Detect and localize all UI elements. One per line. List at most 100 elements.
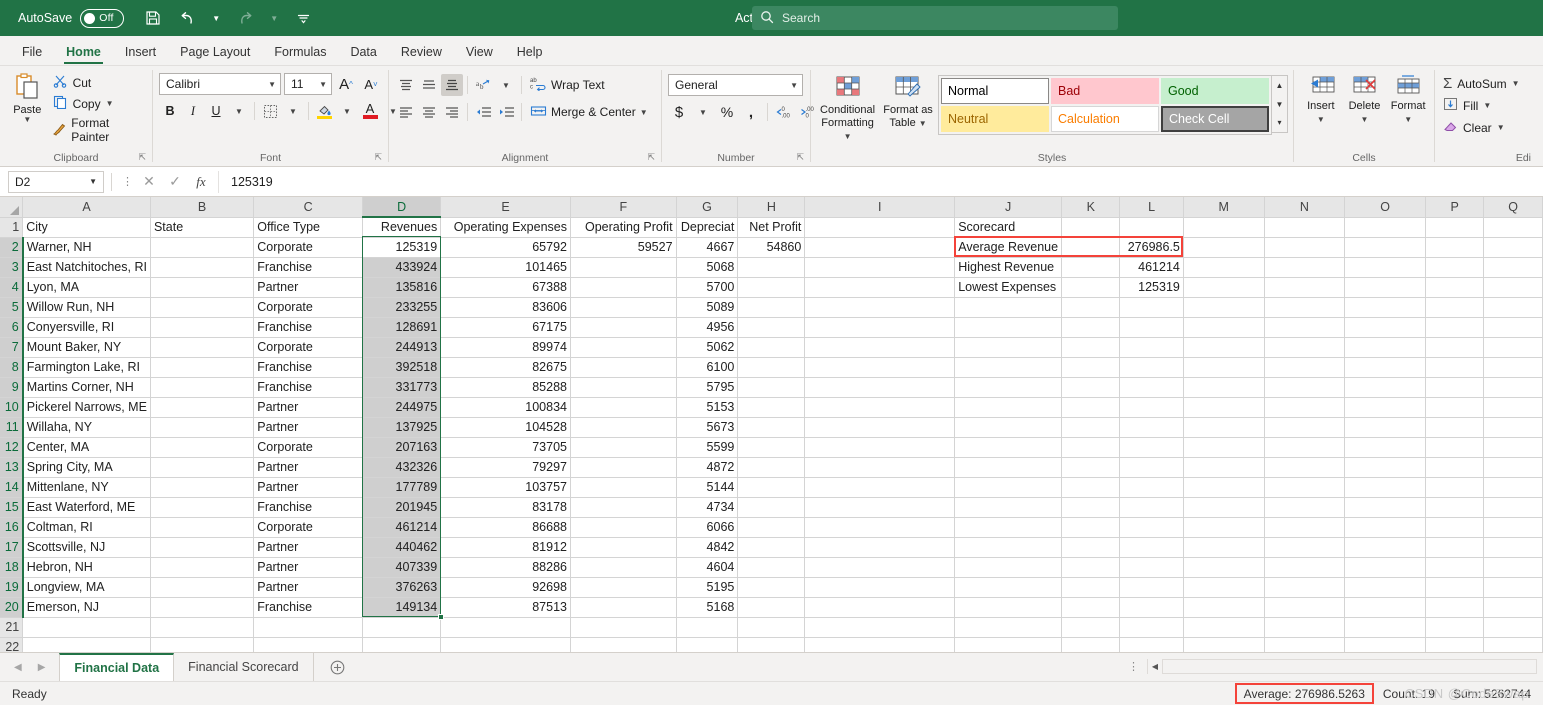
- font-family-chevron-down-icon[interactable]: ▼: [262, 80, 276, 89]
- cell-L15[interactable]: [1119, 497, 1184, 518]
- cell-G9[interactable]: 5795: [676, 377, 739, 398]
- cell-J17[interactable]: [954, 537, 1063, 558]
- cell-G21[interactable]: [676, 617, 739, 638]
- fill-color-dropdown-icon[interactable]: ▼: [336, 100, 358, 122]
- align-top-button[interactable]: [395, 74, 417, 96]
- cell-F19[interactable]: [570, 577, 677, 598]
- cell-J16[interactable]: [954, 517, 1063, 538]
- cell-I1[interactable]: [804, 217, 956, 238]
- decrease-font-size-button[interactable]: A ˅: [360, 73, 382, 95]
- row-header-6[interactable]: 6: [0, 317, 24, 338]
- cell-J19[interactable]: [954, 577, 1063, 598]
- cell-A20[interactable]: Emerson, NJ: [22, 597, 151, 618]
- cell-J21[interactable]: [954, 617, 1063, 638]
- cell-D6[interactable]: 128691: [362, 317, 442, 338]
- cancel-icon[interactable]: ✕: [136, 173, 162, 190]
- fill-color-button[interactable]: [313, 100, 335, 122]
- sheet-nav-arrows[interactable]: ◀ ▶: [0, 653, 59, 681]
- cell-P3[interactable]: [1425, 257, 1485, 278]
- cell-E17[interactable]: 81912: [440, 537, 571, 558]
- cell-Q16[interactable]: [1483, 517, 1543, 538]
- wrap-text-button[interactable]: ab c Wrap Text: [526, 74, 609, 96]
- cell-H14[interactable]: [737, 477, 806, 498]
- cell-D20[interactable]: 149134: [362, 597, 442, 618]
- cell-B17[interactable]: [150, 537, 255, 558]
- cell-J8[interactable]: [954, 357, 1063, 378]
- cell-O21[interactable]: [1344, 617, 1426, 638]
- cell-styles-scroll[interactable]: ▲ ▼ ▾: [1272, 75, 1288, 133]
- row-header-13[interactable]: 13: [0, 457, 24, 478]
- column-header-i[interactable]: I: [804, 197, 956, 218]
- row-header-4[interactable]: 4: [0, 277, 24, 298]
- gallery-scroll-up-icon[interactable]: ▲: [1272, 76, 1287, 95]
- cell-G16[interactable]: 6066: [676, 517, 739, 538]
- cell-N17[interactable]: [1264, 537, 1346, 558]
- customize-qat-icon[interactable]: [288, 5, 318, 31]
- cell-P21[interactable]: [1425, 617, 1485, 638]
- cell-H16[interactable]: [737, 517, 806, 538]
- cell-K9[interactable]: [1061, 377, 1121, 398]
- cell-F8[interactable]: [570, 357, 677, 378]
- cell-G13[interactable]: 4872: [676, 457, 739, 478]
- cell-C5[interactable]: Corporate: [253, 297, 364, 318]
- cell-L10[interactable]: [1119, 397, 1184, 418]
- cell-C19[interactable]: Partner: [253, 577, 364, 598]
- insert-cells-button[interactable]: Insert ▼: [1300, 73, 1342, 126]
- cell-D12[interactable]: 207163: [362, 437, 442, 458]
- cell-I2[interactable]: [804, 237, 956, 258]
- cell-D2[interactable]: 125319: [362, 237, 442, 258]
- tab-review[interactable]: Review: [389, 39, 454, 65]
- cell-K6[interactable]: [1061, 317, 1121, 338]
- cell-J2[interactable]: Average Revenue: [954, 237, 1063, 258]
- cell-P6[interactable]: [1425, 317, 1485, 338]
- cell-A9[interactable]: Martins Corner, NH: [22, 377, 151, 398]
- align-center-button[interactable]: [418, 101, 440, 123]
- row-header-11[interactable]: 11: [0, 417, 24, 438]
- cell-F10[interactable]: [570, 397, 677, 418]
- row-header-12[interactable]: 12: [0, 437, 24, 458]
- tab-home[interactable]: Home: [54, 39, 113, 65]
- font-size-chevron-down-icon[interactable]: ▼: [313, 80, 327, 89]
- column-header-j[interactable]: J: [954, 197, 1063, 218]
- cell-C7[interactable]: Corporate: [253, 337, 364, 358]
- search-box[interactable]: Search: [752, 6, 1118, 30]
- cell-G12[interactable]: 5599: [676, 437, 739, 458]
- cell-Q6[interactable]: [1483, 317, 1543, 338]
- column-header-m[interactable]: M: [1183, 197, 1265, 218]
- cell-C11[interactable]: Partner: [253, 417, 364, 438]
- cell-H6[interactable]: [737, 317, 806, 338]
- cell-Q4[interactable]: [1483, 277, 1543, 298]
- row-header-22[interactable]: 22: [0, 637, 24, 652]
- cell-N13[interactable]: [1264, 457, 1346, 478]
- orientation-button[interactable]: ab: [472, 74, 494, 96]
- cell-J15[interactable]: [954, 497, 1063, 518]
- cell-B3[interactable]: [150, 257, 255, 278]
- fill-dropdown-icon[interactable]: ▼: [1483, 101, 1491, 110]
- format-painter-button[interactable]: Format Painter: [49, 115, 147, 145]
- cell-F22[interactable]: [570, 637, 677, 652]
- cell-A19[interactable]: Longview, MA: [22, 577, 151, 598]
- cell-style-bad[interactable]: Bad: [1051, 78, 1159, 104]
- cell-I17[interactable]: [804, 537, 956, 558]
- format-as-table-button[interactable]: Format as Table ▼: [882, 73, 934, 130]
- cell-E9[interactable]: 85288: [440, 377, 571, 398]
- cell-P14[interactable]: [1425, 477, 1485, 498]
- decrease-indent-button[interactable]: [472, 101, 494, 123]
- cell-B21[interactable]: [150, 617, 255, 638]
- row-header-20[interactable]: 20: [0, 597, 24, 618]
- cell-N21[interactable]: [1264, 617, 1346, 638]
- cell-Q15[interactable]: [1483, 497, 1543, 518]
- autosum-button[interactable]: Σ AutoSum ▼: [1441, 74, 1522, 93]
- cell-L13[interactable]: [1119, 457, 1184, 478]
- cell-N15[interactable]: [1264, 497, 1346, 518]
- cell-H13[interactable]: [737, 457, 806, 478]
- row-header-15[interactable]: 15: [0, 497, 24, 518]
- cell-N11[interactable]: [1264, 417, 1346, 438]
- cell-G20[interactable]: 5168: [676, 597, 739, 618]
- cell-H15[interactable]: [737, 497, 806, 518]
- cell-H7[interactable]: [737, 337, 806, 358]
- cell-A11[interactable]: Willaha, NY: [22, 417, 151, 438]
- cell-Q5[interactable]: [1483, 297, 1543, 318]
- tab-insert[interactable]: Insert: [113, 39, 168, 65]
- clear-button[interactable]: Clear ▼: [1441, 118, 1507, 137]
